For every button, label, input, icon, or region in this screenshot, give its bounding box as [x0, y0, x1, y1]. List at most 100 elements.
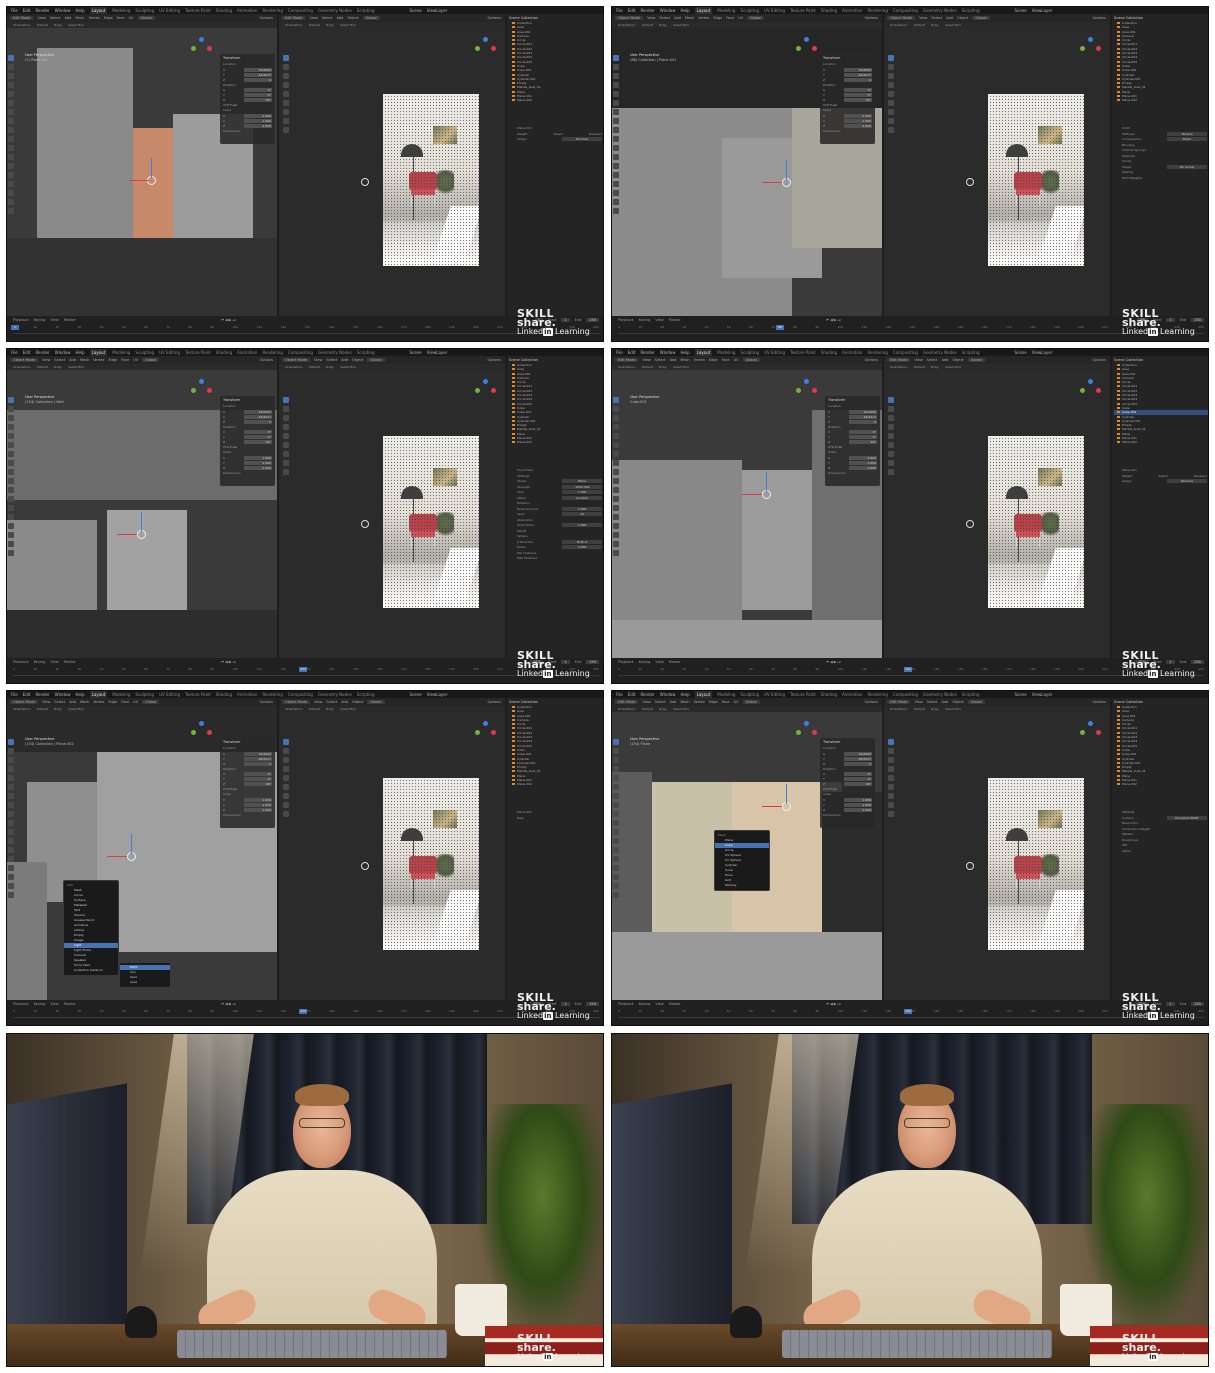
tab-texture-paint[interactable]: Texture Paint	[790, 349, 816, 356]
edge-menu[interactable]: Edge	[709, 358, 718, 362]
marker-menu[interactable]: Marker	[64, 660, 76, 664]
rotation-z-field[interactable]: 90°	[844, 782, 872, 786]
rotate-tool-icon-right[interactable]	[283, 424, 289, 430]
y-axis-icon[interactable]	[191, 388, 196, 393]
cursor-tool-icon-right[interactable]	[888, 748, 894, 754]
options-menu[interactable]: Options	[864, 358, 882, 362]
uv-menu[interactable]: UV	[129, 16, 134, 20]
navigation-gizmo[interactable]	[191, 721, 213, 743]
outliner[interactable]: Scene Collection Collection Area Area.001 C…	[509, 700, 603, 787]
y-axis-icon[interactable]	[191, 46, 196, 51]
spin-tool-icon[interactable]	[613, 865, 619, 871]
tab-texture-paint[interactable]: Texture Paint	[790, 7, 816, 14]
select-tool-icon-right[interactable]	[283, 55, 289, 61]
options-menu[interactable]: Options	[864, 16, 882, 20]
move-tool-icon-right[interactable]	[283, 73, 289, 79]
bevel-tool-icon[interactable]	[8, 145, 14, 151]
rotation-mode[interactable]: XYZ Euler	[223, 787, 238, 791]
smooth-tool-icon[interactable]	[8, 190, 14, 196]
scale-y-field[interactable]: 1.000	[244, 802, 272, 807]
gizmo-x-arrow[interactable]	[129, 180, 149, 181]
drag-value[interactable]: Select Box	[68, 365, 84, 369]
navigation-gizmo[interactable]	[796, 37, 818, 59]
add-menu[interactable]: Add	[674, 16, 681, 20]
light-submenu-popup[interactable]: Point Sun Spot Area	[119, 962, 171, 988]
annotate-tool-icon[interactable]	[613, 451, 619, 457]
menu-render[interactable]: Render	[35, 349, 49, 356]
gizmo-z-arrow[interactable]	[766, 472, 767, 492]
tab-animation[interactable]: Animation	[842, 349, 862, 356]
view-menu[interactable]: View	[647, 16, 655, 20]
tab-geometry-nodes[interactable]: Geometry Nodes	[923, 349, 957, 356]
options-menu[interactable]: Options	[259, 16, 277, 20]
view-layer-selector[interactable]: ViewLayer	[427, 691, 448, 698]
tab-scripting[interactable]: Scripting	[357, 7, 375, 14]
select-menu[interactable]: Select	[659, 16, 670, 20]
rotation-y-field[interactable]: 0°	[849, 435, 877, 439]
mode-selector[interactable]: Object Mode	[10, 358, 39, 362]
y-axis-icon-right[interactable]	[1080, 46, 1085, 51]
select-tool-icon[interactable]	[613, 55, 619, 61]
tab-layout[interactable]: Layout	[694, 349, 713, 356]
3d-cursor-icon[interactable]	[966, 520, 974, 528]
x-axis-icon-right[interactable]	[1096, 46, 1101, 51]
z-axis-icon[interactable]	[804, 37, 809, 42]
edge-menu[interactable]: Edge	[713, 16, 722, 20]
rip-tool-icon[interactable]	[613, 892, 619, 898]
rotation-x-field[interactable]: 0°	[244, 430, 272, 434]
location-y-field[interactable]: -18.6217	[844, 756, 872, 761]
navigation-gizmo-right[interactable]	[475, 721, 497, 743]
select-tool-icon[interactable]	[613, 397, 619, 403]
location-y-field[interactable]: -18.6217	[849, 414, 877, 419]
inset-tool-icon[interactable]	[8, 478, 14, 484]
rotate-tool-icon[interactable]	[8, 424, 14, 430]
transform-orientation[interactable]: Global	[742, 700, 760, 704]
rip-tool-icon[interactable]	[8, 892, 14, 898]
cursor-tool-icon-right[interactable]	[888, 406, 894, 412]
z-axis-icon-right[interactable]	[1088, 721, 1093, 726]
tab-modeling[interactable]: Modeling	[112, 349, 130, 356]
y-axis-icon[interactable]	[796, 730, 801, 735]
tab-scripting[interactable]: Scripting	[962, 349, 980, 356]
3d-cursor-icon[interactable]	[966, 862, 974, 870]
x-axis-icon-right[interactable]	[491, 46, 496, 51]
timeline-view-menu[interactable]: View	[655, 1002, 663, 1006]
bevel-tool-icon[interactable]	[613, 487, 619, 493]
add-menu-right[interactable]: Add	[341, 358, 348, 362]
loopcut-tool-icon[interactable]	[8, 154, 14, 160]
extrude-tool-icon[interactable]	[613, 127, 619, 133]
smooth-tool-icon[interactable]	[613, 532, 619, 538]
polybuild-tool-icon[interactable]	[8, 172, 14, 178]
add-menu-right[interactable]: Add	[341, 700, 348, 704]
gizmo-x-arrow[interactable]	[762, 806, 782, 807]
tab-compositing[interactable]: Compositing	[288, 691, 313, 698]
z-axis-icon-right[interactable]	[1088, 37, 1093, 42]
location-z-field[interactable]: 0	[244, 419, 272, 424]
scale-x-field[interactable]: 1.000	[849, 455, 877, 460]
scale-tool-icon[interactable]	[613, 433, 619, 439]
measure-tool-icon-right[interactable]	[888, 118, 894, 124]
loopcut-tool-icon[interactable]	[613, 838, 619, 844]
playhead[interactable]: 154	[299, 667, 307, 672]
select-menu-right[interactable]: Select	[927, 700, 938, 704]
tab-uv-editing[interactable]: UV Editing	[159, 7, 180, 14]
timeline[interactable]: Playback Keying View Marker ⏮ ◀ ▶ ⏭ 154 …	[7, 1000, 603, 1025]
rotation-x-field[interactable]: 0°	[244, 772, 272, 776]
view-menu[interactable]: View	[42, 358, 50, 362]
playhead[interactable]: 154	[904, 667, 912, 672]
orientation-value[interactable]: Default	[37, 23, 48, 27]
add-cube-tool-icon-right[interactable]	[888, 811, 894, 817]
annotate-tool-icon[interactable]	[8, 793, 14, 799]
select-tool-icon[interactable]	[613, 739, 619, 745]
view-layer-selector[interactable]: ViewLayer	[427, 7, 448, 14]
rotation-z-field[interactable]: 90°	[244, 98, 272, 102]
polybuild-tool-icon[interactable]	[8, 514, 14, 520]
location-z-field[interactable]: 0	[849, 419, 877, 424]
property-value-field[interactable]: 0.000	[562, 506, 602, 511]
mode-selector-right[interactable]: Edit Mode	[282, 16, 306, 20]
location-y-field[interactable]: -18.6217	[244, 72, 272, 77]
scale-y-field[interactable]: 1.000	[844, 118, 872, 123]
weight-button-1[interactable]: Select	[554, 132, 563, 136]
drag-value[interactable]: Select Box	[673, 365, 689, 369]
orientation-value-right[interactable]: Default	[309, 23, 320, 27]
